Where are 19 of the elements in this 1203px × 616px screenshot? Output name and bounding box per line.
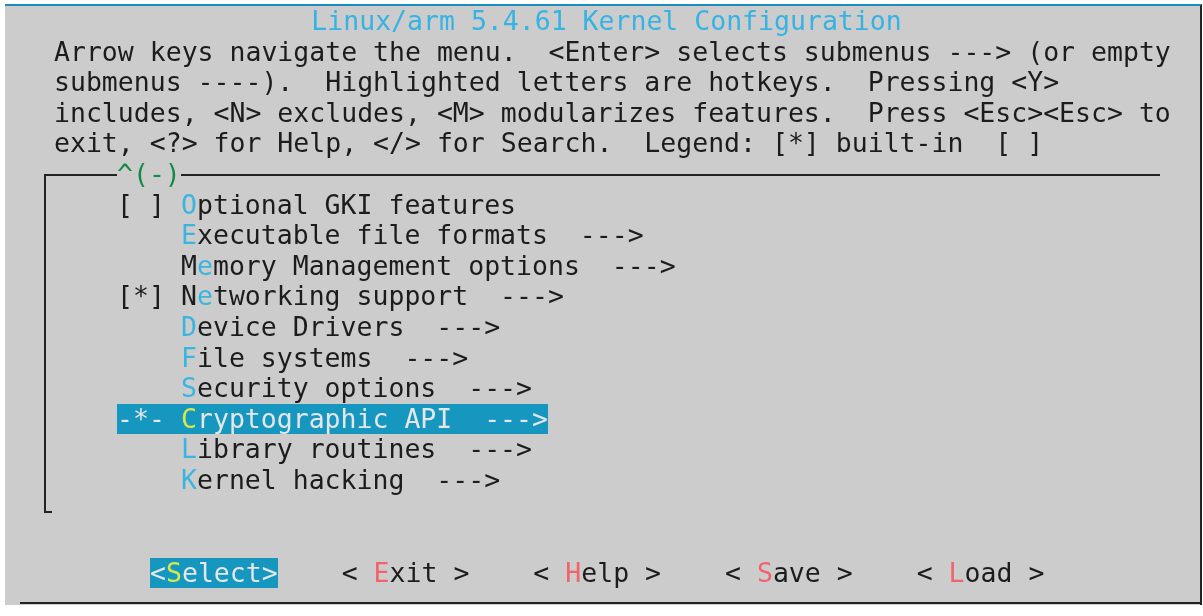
menu-item[interactable]: Memory Management options ---> xyxy=(117,250,676,282)
help-text-line: submenus ----). Highlighted letters are hotkeys. Pressing <Y> xyxy=(54,67,1061,98)
menu-item[interactable]: Executable file formats ---> xyxy=(117,220,644,251)
dialog-button[interactable]: < Save > xyxy=(725,557,853,589)
dialog-button[interactable]: < Exit > xyxy=(341,557,470,589)
help-text-line: includes, <N> excludes, <M> modularizes features. Press <Esc><Esc> to xyxy=(54,97,1172,129)
menu-item[interactable]: Library routines ---> xyxy=(117,434,532,465)
menu-item[interactable]: [ ] Optional GKI features xyxy=(117,189,517,221)
scroll-indicator: ^(-) xyxy=(117,158,181,190)
menu-item[interactable]: Security options ---> xyxy=(117,373,532,404)
help-text-line: Arrow keys navigate the menu. <Enter> selects submenus ---> (or empty xyxy=(54,36,1172,68)
window-title: Linux/arm 5.4.61 Kernel Configuration xyxy=(310,6,903,37)
menu-item[interactable]: File systems ---> xyxy=(117,342,469,374)
menu-item[interactable]: Device Drivers ---> xyxy=(117,311,501,343)
menu-item[interactable]: [*] Networking support ---> xyxy=(117,281,564,312)
help-text-line: exit, <?> for Help, </> for Search. Legend: [*] built-in [ ] xyxy=(54,128,1045,159)
menu-item[interactable]: Kernel hacking ---> xyxy=(117,464,501,496)
dialog-button[interactable]: < Load > xyxy=(916,557,1045,589)
dialog-button[interactable]: < Help > xyxy=(533,557,661,589)
